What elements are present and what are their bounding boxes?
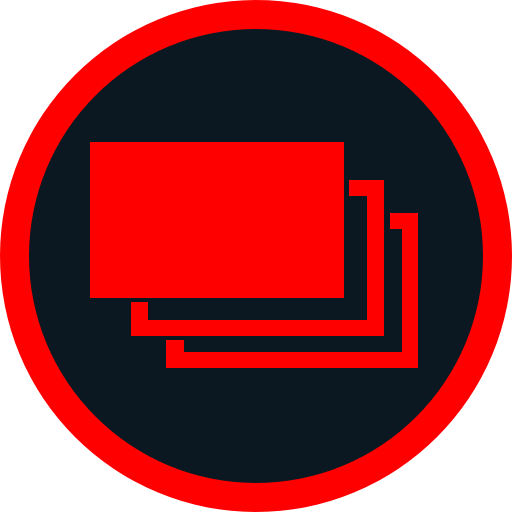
stacked-cards-icon [0, 0, 512, 512]
front-card [90, 142, 344, 298]
app-icon [0, 0, 512, 512]
